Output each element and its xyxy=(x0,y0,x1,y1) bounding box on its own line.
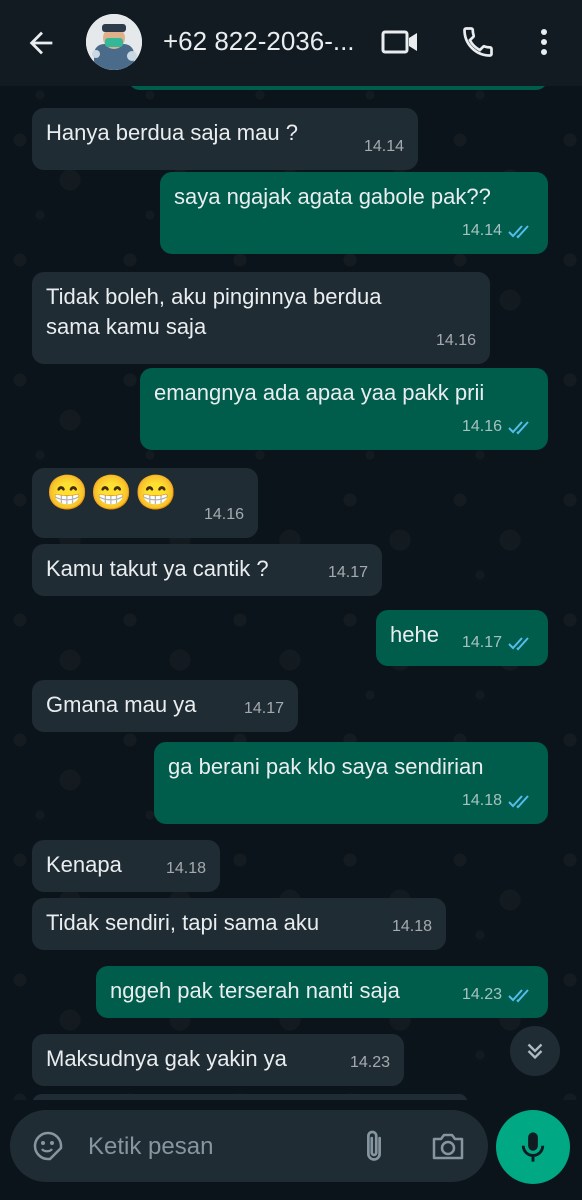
message-time: 14.16 xyxy=(435,332,476,349)
double-check-icon xyxy=(508,225,529,239)
message-text: Tidak boleh, aku pinginnya berdua sama k… xyxy=(46,284,382,339)
message-time: 14.18 xyxy=(165,860,206,877)
message-time: 14.18 xyxy=(461,792,502,809)
camera-button[interactable] xyxy=(430,1130,466,1162)
message-bubble-11[interactable]: nggeh pak terserah nanti saja 14.23 xyxy=(96,966,548,1018)
double-chevron-down-icon xyxy=(527,1043,543,1060)
double-check-icon xyxy=(508,989,529,1003)
voice-record-button[interactable] xyxy=(496,1110,570,1184)
message-bubble-4[interactable]: 😁😁😁 14.16 xyxy=(32,468,258,538)
message-list[interactable]: Hanya berdua saja mau ? 14.14 saya ngaja… xyxy=(0,66,582,1114)
message-time: 14.14 xyxy=(363,138,404,155)
more-options-button[interactable] xyxy=(530,24,558,60)
message-bubble-3[interactable]: emangnya ada apaa yaa pakk prii 14.16 xyxy=(140,368,548,450)
double-check-icon xyxy=(508,637,529,651)
kebab-menu-icon xyxy=(541,29,547,55)
message-bubble-12[interactable]: Maksudnya gak yakin ya 14.23 xyxy=(32,1034,404,1086)
double-check-icon xyxy=(508,421,529,435)
video-camera-icon xyxy=(381,30,417,54)
message-time: 14.17 xyxy=(243,700,284,717)
sticker-button[interactable] xyxy=(32,1130,64,1162)
message-time: 14.23 xyxy=(461,986,502,1003)
chat-header: +62 822-2036-... xyxy=(0,0,582,86)
microphone-icon xyxy=(521,1132,545,1162)
back-button[interactable] xyxy=(24,26,58,60)
phone-icon xyxy=(463,27,493,57)
sticker-icon xyxy=(33,1131,63,1161)
message-time: 14.17 xyxy=(461,634,502,651)
camera-icon xyxy=(432,1133,464,1160)
message-bubble-7[interactable]: Gmana mau ya 14.17 xyxy=(32,680,298,732)
message-time: 14.17 xyxy=(327,564,368,581)
video-call-button[interactable] xyxy=(380,24,420,60)
message-bubble-9[interactable]: Kenapa 14.18 xyxy=(32,840,220,892)
message-time: 14.18 xyxy=(391,918,432,935)
attach-button[interactable] xyxy=(360,1128,388,1164)
avatar-image xyxy=(86,14,142,70)
message-text: Tidak sendiri, tapi sama aku xyxy=(46,910,320,935)
message-bubble-6[interactable]: hehe 14.17 xyxy=(376,610,548,666)
message-bubble-0[interactable]: Hanya berdua saja mau ? 14.14 xyxy=(32,108,418,170)
message-bubble-8[interactable]: ga berani pak klo saya sendirian 14.18 xyxy=(154,742,548,824)
avatar[interactable] xyxy=(86,14,142,70)
message-bubble-2[interactable]: Tidak boleh, aku pinginnya berdua sama k… xyxy=(32,272,490,364)
message-bubble-1[interactable]: saya ngajak agata gabole pak?? 14.14 xyxy=(160,172,548,254)
message-composer[interactable] xyxy=(10,1110,488,1182)
contact-name[interactable]: +62 822-2036-... xyxy=(163,26,355,57)
message-time: 14.16 xyxy=(203,506,244,523)
paperclip-icon xyxy=(367,1130,381,1161)
message-bubble-5[interactable]: Kamu takut ya cantik ? 14.17 xyxy=(32,544,382,596)
message-time: 14.23 xyxy=(349,1054,390,1071)
voice-call-button[interactable] xyxy=(460,24,496,60)
message-text: emangnya ada apaa yaa pakk prii xyxy=(154,380,485,405)
arrow-left-icon xyxy=(29,31,53,55)
message-time: 14.14 xyxy=(461,222,502,239)
message-text: Maksudnya gak yakin ya xyxy=(46,1046,287,1071)
message-time: 14.16 xyxy=(461,418,502,435)
message-text: ga berani pak klo saya sendirian xyxy=(168,754,484,779)
scroll-to-bottom-button[interactable] xyxy=(510,1026,560,1076)
message-bubble-10[interactable]: Tidak sendiri, tapi sama aku 14.18 xyxy=(32,898,446,950)
message-text: saya ngajak agata gabole pak?? xyxy=(174,184,491,209)
message-text: Kamu takut ya cantik ? xyxy=(46,556,269,581)
message-input[interactable] xyxy=(86,1128,350,1166)
double-check-icon xyxy=(508,795,529,809)
message-text: Hanya berdua saja mau ? xyxy=(46,120,298,145)
